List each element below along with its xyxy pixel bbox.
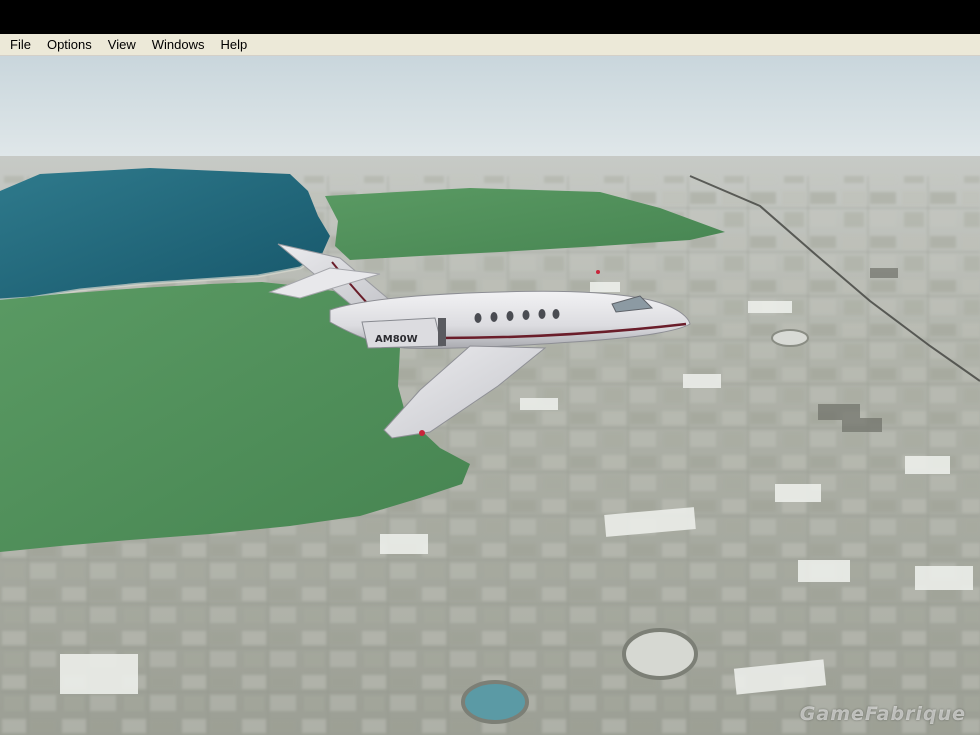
menu-bar: File Options View Windows Help (0, 34, 980, 56)
menu-options[interactable]: Options (38, 34, 99, 56)
menu-windows[interactable]: Windows (143, 34, 212, 56)
window-top-border (0, 0, 980, 34)
tail-number-label: AM80W (375, 334, 418, 345)
menu-help[interactable]: Help (211, 34, 254, 56)
menu-file[interactable]: File (0, 34, 38, 56)
flight-view-viewport[interactable]: AM80W GameFabrique (0, 56, 980, 735)
watermark-logo: GameFabrique (799, 703, 966, 725)
flight-scene: AM80W (0, 56, 980, 735)
menu-view[interactable]: View (99, 34, 143, 56)
